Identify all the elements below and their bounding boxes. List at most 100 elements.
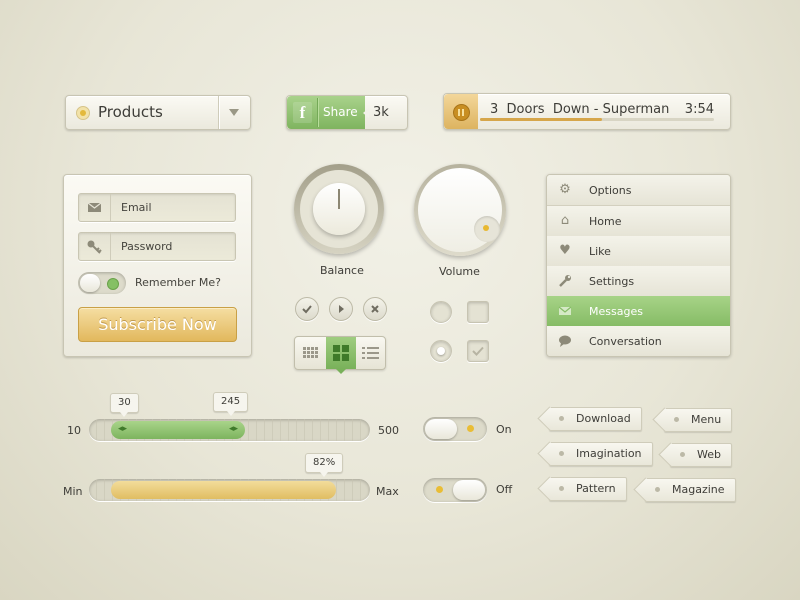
tag-imagination[interactable]: Imagination: [549, 442, 653, 466]
heart-icon: ♥: [559, 243, 571, 258]
menu-header-label: Options: [589, 184, 632, 197]
track-progress-bar[interactable]: [480, 118, 714, 121]
pause-button[interactable]: [444, 94, 478, 129]
off-toggle[interactable]: [423, 478, 487, 502]
radio-unchecked[interactable]: [430, 301, 452, 323]
tag-hole: [559, 451, 564, 456]
share-count-notch: [363, 108, 369, 118]
menu-item-home[interactable]: ⌂ Home: [547, 206, 730, 237]
password-label: Password: [121, 240, 173, 253]
remember-toggle-knob: [80, 274, 100, 292]
range-selection[interactable]: ◂▸ ◂▸: [111, 421, 245, 439]
progress-max-label: Max: [376, 485, 399, 498]
password-field[interactable]: Password: [78, 232, 236, 261]
login-panel: Email Password Remember Me? Subscribe No…: [63, 174, 252, 357]
gear-icon: ⚙: [559, 182, 571, 197]
wrench-icon: [558, 274, 572, 288]
checkbox-unchecked[interactable]: [467, 301, 489, 323]
email-label: Email: [121, 201, 152, 214]
small-grid-icon: [303, 347, 318, 358]
menu-header-options[interactable]: ⚙ Options: [547, 175, 730, 206]
view-switcher: [294, 336, 386, 374]
radio-checked[interactable]: [430, 340, 452, 362]
on-toggle[interactable]: [423, 417, 487, 441]
remember-toggle-indicator: [107, 278, 119, 290]
checkbox-checked[interactable]: [467, 340, 489, 362]
pause-icon: [453, 104, 470, 121]
chevron-down-icon[interactable]: [229, 109, 239, 116]
range-high-handle-icon[interactable]: ◂▸: [229, 424, 238, 434]
range-slider[interactable]: ◂▸ ◂▸: [89, 419, 370, 441]
on-label: On: [496, 423, 512, 436]
tag-hole: [680, 452, 685, 457]
range-max-label: 500: [378, 424, 399, 437]
menu-item-settings[interactable]: Settings: [547, 266, 730, 297]
tag-label: Imagination: [576, 447, 642, 460]
tag-hole: [559, 416, 564, 421]
share-button[interactable]: f Share: [287, 96, 365, 129]
remember-me-label: Remember Me?: [135, 276, 221, 289]
tag-pattern[interactable]: Pattern: [549, 477, 627, 501]
range-low-handle-icon[interactable]: ◂▸: [118, 424, 127, 434]
track-title: 3 Doors Down - Superman: [490, 102, 670, 117]
on-toggle-knob: [425, 419, 457, 439]
play-button[interactable]: [329, 297, 353, 321]
tag-web[interactable]: Web: [670, 443, 732, 467]
tag-magazine[interactable]: Magazine: [645, 478, 736, 502]
close-icon: [371, 305, 379, 313]
balance-knob-ring: [300, 170, 378, 248]
on-toggle-indicator: [467, 425, 474, 432]
progress-value-bubble: 82%: [305, 453, 344, 477]
tag-label: Magazine: [672, 483, 725, 496]
remember-me-toggle[interactable]: [78, 272, 126, 294]
tag-download[interactable]: Download: [549, 407, 642, 431]
volume-knob[interactable]: [414, 164, 506, 256]
dropdown-label: Products: [98, 103, 163, 121]
checkmark-icon: [472, 346, 484, 356]
off-toggle-indicator: [436, 486, 443, 493]
large-grid-view-button[interactable]: [326, 337, 356, 369]
tag-menu[interactable]: Menu: [664, 408, 733, 432]
menu-item-label: Messages: [589, 305, 643, 318]
progress-min-label: Min: [63, 485, 83, 498]
menu-item-label: Settings: [589, 275, 635, 288]
off-label: Off: [496, 483, 513, 496]
envelope-icon: [79, 194, 111, 221]
music-player: 3 Doors Down - Superman 3:54: [443, 93, 731, 130]
tag-label: Download: [576, 412, 631, 425]
volume-knob-dial: [418, 168, 502, 252]
progress-slider[interactable]: [89, 479, 370, 501]
off-toggle-knob: [453, 480, 485, 500]
facebook-icon: f: [293, 102, 312, 123]
balance-knob[interactable]: [294, 164, 384, 254]
envelope-icon: [558, 304, 572, 318]
check-icon: [302, 305, 312, 314]
tag-hole: [674, 417, 679, 422]
share-divider: [317, 98, 318, 127]
large-grid-icon: [333, 345, 349, 361]
tag-label: Menu: [691, 413, 722, 426]
tag-label: Web: [697, 448, 721, 461]
check-button[interactable]: [295, 297, 319, 321]
progress-fill: [111, 481, 336, 499]
volume-label: Volume: [439, 265, 480, 278]
view-switcher-pointer: [336, 369, 346, 374]
small-grid-view-button[interactable]: [295, 337, 325, 369]
range-min-label: 10: [67, 424, 81, 437]
list-view-button[interactable]: [356, 337, 386, 369]
email-field[interactable]: Email: [78, 193, 236, 222]
range-low-bubble: 30: [110, 393, 139, 417]
share-widget: f Share 3k: [286, 95, 408, 130]
subscribe-button[interactable]: Subscribe Now: [78, 307, 237, 342]
menu-item-conversation[interactable]: Conversation: [547, 326, 730, 356]
menu-item-like[interactable]: ♥ Like: [547, 236, 730, 267]
home-icon: ⌂: [560, 213, 570, 228]
tag-label: Pattern: [576, 482, 616, 495]
products-dropdown[interactable]: Products: [65, 95, 251, 130]
tag-hole: [655, 487, 660, 492]
menu-item-messages[interactable]: Messages: [547, 296, 730, 327]
dropdown-dot-icon: [76, 106, 90, 120]
track-time: 3:54: [684, 102, 714, 117]
close-button[interactable]: [363, 297, 387, 321]
key-icon: [79, 233, 111, 260]
